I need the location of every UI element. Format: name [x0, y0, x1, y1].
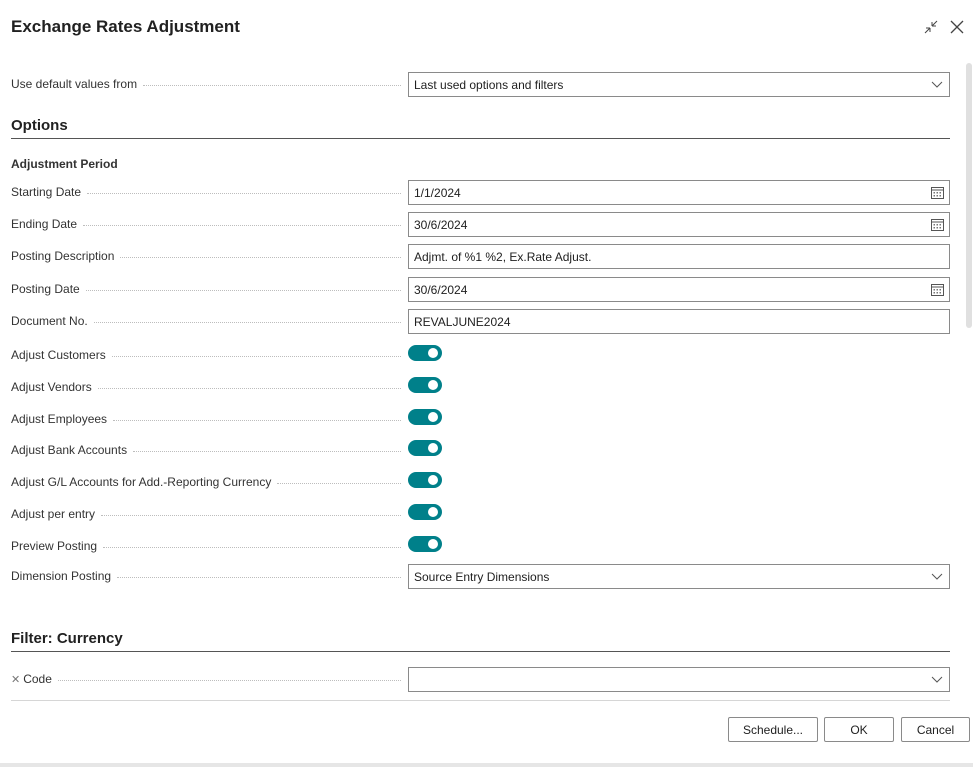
filter-code-label: Code [23, 672, 52, 686]
adjust-vendors-row: Adjust Vendors [11, 375, 950, 401]
collapse-icon[interactable] [921, 17, 941, 37]
leader-dots [117, 576, 401, 578]
adjustment-period-heading: Adjustment Period [11, 157, 118, 171]
adjust-bank-accounts-row: Adjust Bank Accounts [11, 438, 950, 464]
leader-dots [101, 514, 401, 516]
adjust-gl-accounts-row: Adjust G/L Accounts for Add.-Reporting C… [11, 470, 950, 496]
calendar-icon[interactable] [925, 186, 949, 199]
options-section-title: Options [11, 117, 950, 139]
ending-date-input[interactable]: 30/6/2024 [408, 212, 950, 237]
chevron-down-icon [925, 81, 949, 89]
bottom-edge [0, 763, 973, 767]
remove-filter-icon[interactable]: ✕ [11, 674, 20, 686]
schedule-button[interactable]: Schedule... [728, 717, 818, 742]
adjust-per-entry-toggle[interactable] [408, 504, 442, 520]
filter-code-row: ✕ Code [11, 667, 950, 693]
dimension-posting-label: Dimension Posting [11, 569, 118, 583]
adjust-per-entry-label: Adjust per entry [11, 507, 102, 521]
adjust-customers-row: Adjust Customers [11, 343, 950, 369]
adjust-employees-row: Adjust Employees [11, 407, 950, 433]
chevron-down-icon [925, 573, 949, 581]
leader-dots [83, 224, 401, 226]
leader-dots [133, 450, 401, 452]
leader-dots [85, 289, 401, 291]
adjust-vendors-label: Adjust Vendors [11, 380, 98, 394]
leader-dots [57, 679, 401, 681]
adjust-customers-label: Adjust Customers [11, 348, 112, 362]
posting-date-input[interactable]: 30/6/2024 [408, 277, 950, 302]
preview-posting-row: Preview Posting [11, 534, 950, 560]
filter-code-select[interactable] [408, 667, 950, 692]
adjust-bank-accounts-toggle[interactable] [408, 440, 442, 456]
leader-dots [97, 387, 401, 389]
starting-date-row: Starting Date 1/1/2024 [11, 180, 950, 206]
preview-posting-label: Preview Posting [11, 539, 104, 553]
preview-posting-toggle[interactable] [408, 536, 442, 552]
leader-dots [120, 256, 401, 258]
adjust-per-entry-row: Adjust per entry [11, 502, 950, 528]
leader-dots [87, 192, 401, 194]
vertical-scrollbar[interactable] [966, 63, 972, 328]
posting-description-input[interactable]: Adjmt. of %1 %2, Ex.Rate Adjust. [408, 244, 950, 269]
posting-date-label: Posting Date [11, 282, 86, 296]
cancel-button[interactable]: Cancel [901, 717, 970, 742]
document-no-input[interactable]: REVALJUNE2024 [408, 309, 950, 334]
ending-date-label: Ending Date [11, 217, 84, 231]
starting-date-input[interactable]: 1/1/2024 [408, 180, 950, 205]
ok-button[interactable]: OK [824, 717, 894, 742]
document-no-label: Document No. [11, 314, 94, 328]
leader-dots [93, 321, 401, 323]
default-values-label: Use default values from [11, 77, 144, 91]
leader-dots [111, 355, 401, 357]
posting-description-label: Posting Description [11, 249, 121, 263]
adjust-gl-accounts-toggle[interactable] [408, 472, 442, 488]
leader-dots [277, 482, 401, 484]
default-values-select[interactable]: Last used options and filters [408, 72, 950, 97]
close-icon[interactable] [947, 17, 967, 37]
adjust-employees-toggle[interactable] [408, 409, 442, 425]
leader-dots [103, 546, 401, 548]
posting-description-row: Posting Description Adjmt. of %1 %2, Ex.… [11, 244, 950, 270]
starting-date-label: Starting Date [11, 185, 88, 199]
filter-currency-section-title: Filter: Currency [11, 630, 950, 652]
adjust-employees-label: Adjust Employees [11, 412, 114, 426]
ending-date-row: Ending Date 30/6/2024 [11, 212, 950, 238]
exchange-rates-adjustment-dialog: Exchange Rates Adjustment Use default va… [0, 0, 973, 767]
calendar-icon[interactable] [925, 218, 949, 231]
leader-dots [143, 84, 401, 86]
default-values-row: Use default values from Last used option… [11, 72, 950, 98]
dialog-title: Exchange Rates Adjustment [11, 17, 240, 36]
adjust-gl-accounts-label: Adjust G/L Accounts for Add.-Reporting C… [11, 475, 278, 489]
adjust-bank-accounts-label: Adjust Bank Accounts [11, 443, 134, 457]
calendar-icon[interactable] [925, 283, 949, 296]
chevron-down-icon [925, 676, 949, 684]
document-no-row: Document No. REVALJUNE2024 [11, 309, 950, 335]
adjust-customers-toggle[interactable] [408, 345, 442, 361]
dimension-posting-select[interactable]: Source Entry Dimensions [408, 564, 950, 589]
footer-divider [11, 700, 950, 701]
posting-date-row: Posting Date 30/6/2024 [11, 277, 950, 303]
leader-dots [113, 419, 401, 421]
adjust-vendors-toggle[interactable] [408, 377, 442, 393]
dimension-posting-row: Dimension Posting Source Entry Dimension… [11, 564, 950, 590]
